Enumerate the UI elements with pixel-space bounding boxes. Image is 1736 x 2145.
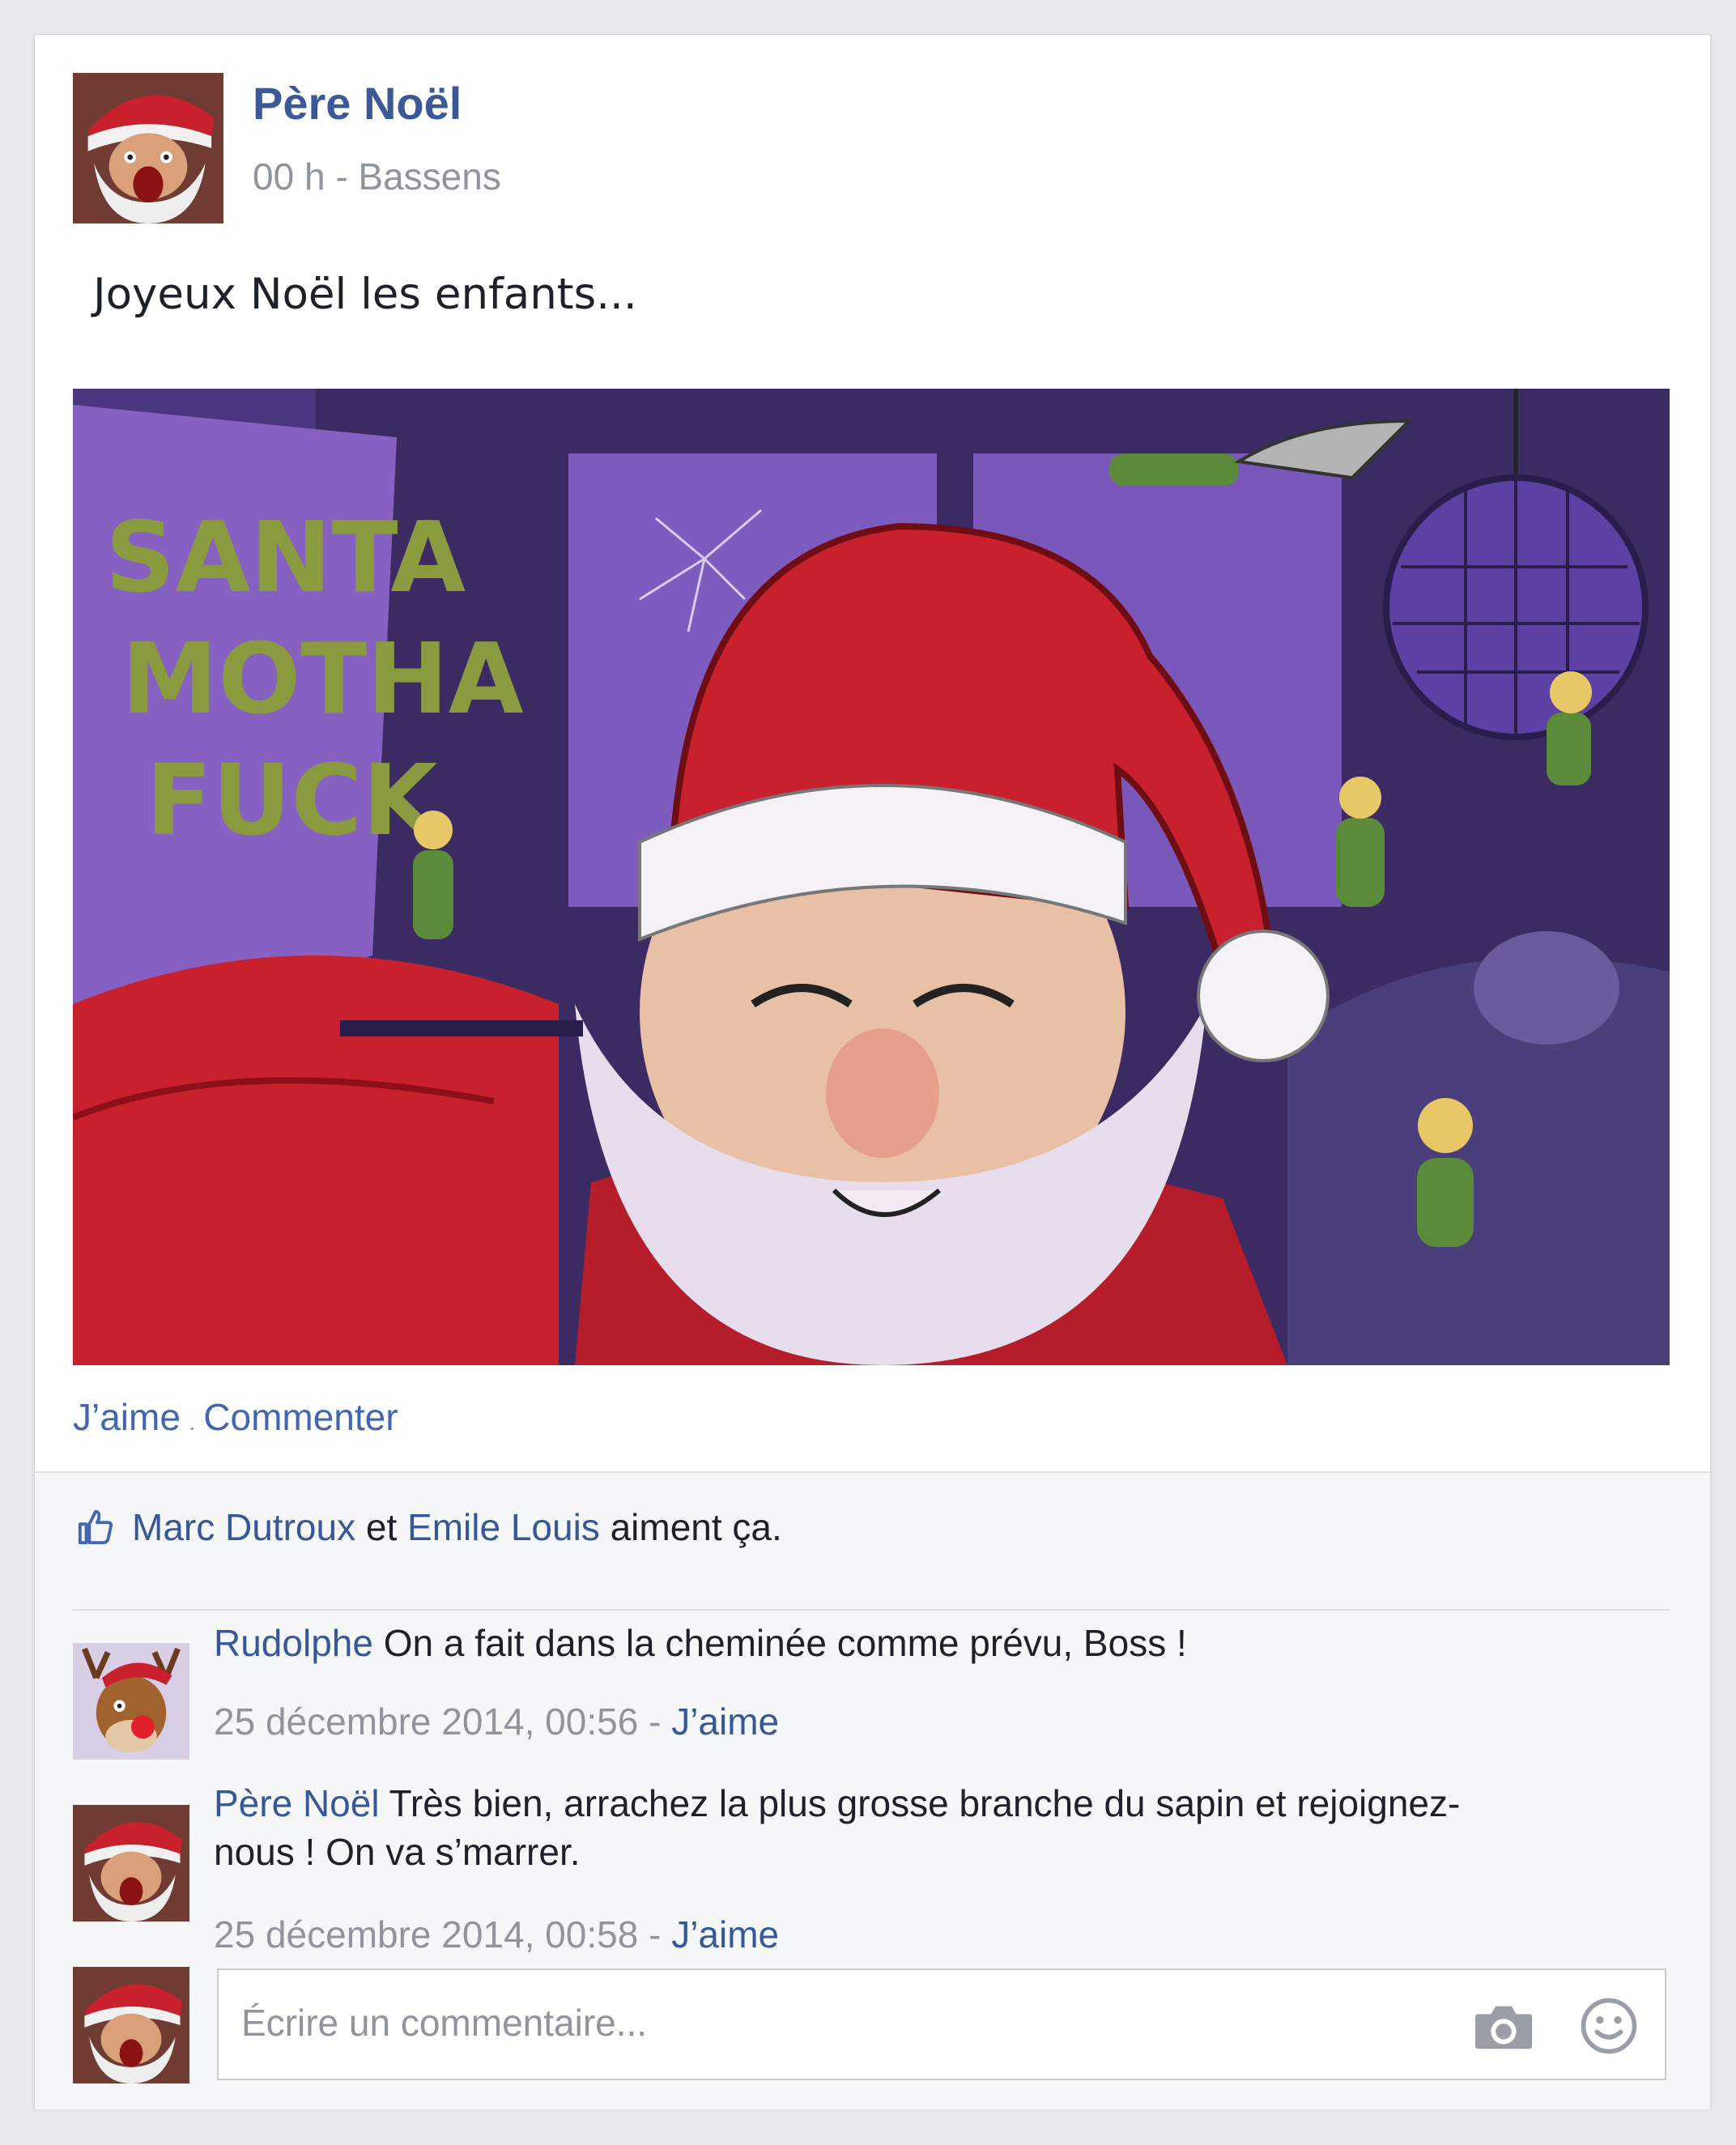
- smiley-icon[interactable]: [1579, 1996, 1639, 2056]
- post-location[interactable]: Bassens: [358, 155, 500, 198]
- graffiti-line-1: SANTA: [105, 502, 466, 615]
- post-time[interactable]: 00 h: [253, 155, 326, 198]
- comment-2-text-line-1: Très bien, arrachez la plus grosse branc…: [389, 1782, 1461, 1824]
- likes-suffix: aiment ça.: [610, 1506, 782, 1548]
- post-meta: 00 h - Bassens: [253, 155, 501, 198]
- actions-dot: .: [188, 1409, 196, 1436]
- post-text: Joyeux Noël les enfants...: [93, 270, 637, 319]
- thumbs-up-icon: [78, 1509, 113, 1545]
- comment-1-date[interactable]: 25 décembre 2014, 00:56: [214, 1700, 638, 1743]
- graffiti-line-2: MOTHA: [121, 623, 524, 736]
- comment-1-separator: -: [649, 1700, 662, 1743]
- comment-input[interactable]: Écrire un commentaire...: [217, 1968, 1666, 2080]
- camera-icon[interactable]: [1472, 2001, 1535, 2053]
- comment-1-like-link[interactable]: J’aime: [671, 1700, 779, 1743]
- composer-avatar: [73, 1967, 189, 2083]
- comment-1-text: On a fait dans la cheminée comme prévu, …: [383, 1622, 1187, 1664]
- liker-1[interactable]: Marc Dutroux: [132, 1505, 355, 1549]
- comment-2-text-line-2: nous ! On va s’marrer.: [214, 1831, 581, 1873]
- post-illustration[interactable]: SANTA MOTHA FUCK: [73, 389, 1670, 1365]
- likes-divider: [73, 1609, 1670, 1611]
- likes-connector: et: [365, 1506, 398, 1548]
- post-author-name[interactable]: Père Noël: [253, 77, 462, 130]
- comment-1: Rudolphe On a fait dans la cheminée comm…: [214, 1619, 1187, 1667]
- comment-input-placeholder: Écrire un commentaire...: [241, 2002, 648, 2044]
- post-card: Père Noël 00 h - Bassens Joyeux Noël les…: [34, 34, 1711, 2109]
- liker-2[interactable]: Emile Louis: [407, 1505, 600, 1549]
- comments-section: Marc Dutroux et Emile Louis aiment ça. R…: [35, 1471, 1710, 2109]
- comment-2-meta: 25 décembre 2014, 00:58 - J’aime: [214, 1913, 779, 1956]
- post-actions: J’aime. Commenter: [73, 1395, 398, 1439]
- comment-link[interactable]: Commenter: [203, 1396, 398, 1438]
- comment-2-like-link[interactable]: J’aime: [671, 1913, 779, 1956]
- comment-2-author[interactable]: Père Noël: [214, 1782, 380, 1824]
- meta-separator: -: [335, 155, 348, 198]
- comment-2-separator: -: [649, 1913, 662, 1956]
- comment-2: Père Noël Très bien, arrachez la plus gr…: [214, 1779, 1460, 1876]
- comment-1-author[interactable]: Rudolphe: [214, 1622, 373, 1664]
- like-link[interactable]: J’aime: [73, 1396, 181, 1438]
- comment-avatar-rudolphe[interactable]: [73, 1643, 189, 1760]
- comment-1-meta: 25 décembre 2014, 00:56 - J’aime: [214, 1700, 779, 1743]
- comment-2-date[interactable]: 25 décembre 2014, 00:58: [214, 1913, 638, 1956]
- likes-summary: Marc Dutroux et Emile Louis aiment ça.: [77, 1505, 782, 1549]
- comment-avatar-pere-noel[interactable]: [73, 1805, 189, 1922]
- author-avatar[interactable]: [73, 73, 223, 223]
- graffiti-line-3: FUCK: [146, 745, 440, 858]
